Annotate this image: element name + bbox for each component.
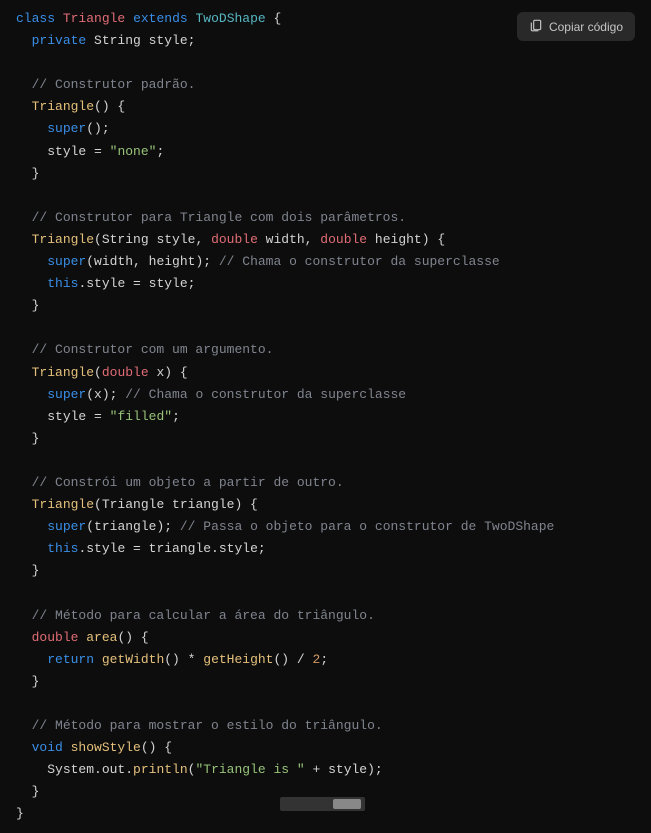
keyword-double: double: [32, 630, 79, 645]
keyword-super: super: [47, 121, 86, 136]
keyword-void: void: [32, 740, 63, 755]
copy-button-label: Copiar código: [549, 20, 623, 34]
string-literal: "Triangle is ": [195, 762, 304, 777]
extends-class: TwoDShape: [195, 11, 265, 26]
keyword-this: this: [47, 276, 78, 291]
keyword-super: super: [47, 254, 86, 269]
comment: // Construtor padrão.: [32, 77, 196, 92]
method-showstyle: showStyle: [63, 740, 141, 755]
comment: // Método para mostrar o estilo do triân…: [32, 718, 383, 733]
copy-code-button[interactable]: Copiar código: [517, 12, 635, 41]
comment: // Construtor com um argumento.: [32, 342, 274, 357]
string-literal: "filled": [110, 409, 172, 424]
keyword-double: double: [211, 232, 258, 247]
keyword-extends: extends: [133, 11, 188, 26]
method-area: area: [78, 630, 117, 645]
comment: // Constrói um objeto a partir de outro.: [32, 475, 344, 490]
constructor: Triangle: [32, 497, 94, 512]
scrollbar-thumb[interactable]: [280, 797, 365, 811]
comment: // Passa o objeto para o construtor de T…: [180, 519, 554, 534]
comment: // Construtor para Triangle com dois par…: [32, 210, 406, 225]
string-literal: "none": [110, 144, 157, 159]
keyword-double: double: [102, 365, 149, 380]
comment: // Método para calcular a área do triâng…: [32, 608, 375, 623]
keyword-class: class: [16, 11, 55, 26]
constructor: Triangle: [32, 99, 94, 114]
keyword-super: super: [47, 519, 86, 534]
keyword-super: super: [47, 387, 86, 402]
keyword-return: return: [47, 652, 94, 667]
keyword-this: this: [47, 541, 78, 556]
keyword-double: double: [320, 232, 367, 247]
clipboard-icon: [529, 18, 543, 35]
comment: // Chama o construtor da superclasse: [125, 387, 406, 402]
keyword-private: private: [32, 33, 87, 48]
constructor: Triangle: [32, 232, 94, 247]
code-content: class Triangle extends TwoDShape { priva…: [16, 8, 635, 825]
comment: // Chama o construtor da superclasse: [219, 254, 500, 269]
constructor: Triangle: [32, 365, 94, 380]
code-block: Copiar código class Triangle extends Two…: [0, 0, 651, 833]
class-name: Triangle: [63, 11, 125, 26]
